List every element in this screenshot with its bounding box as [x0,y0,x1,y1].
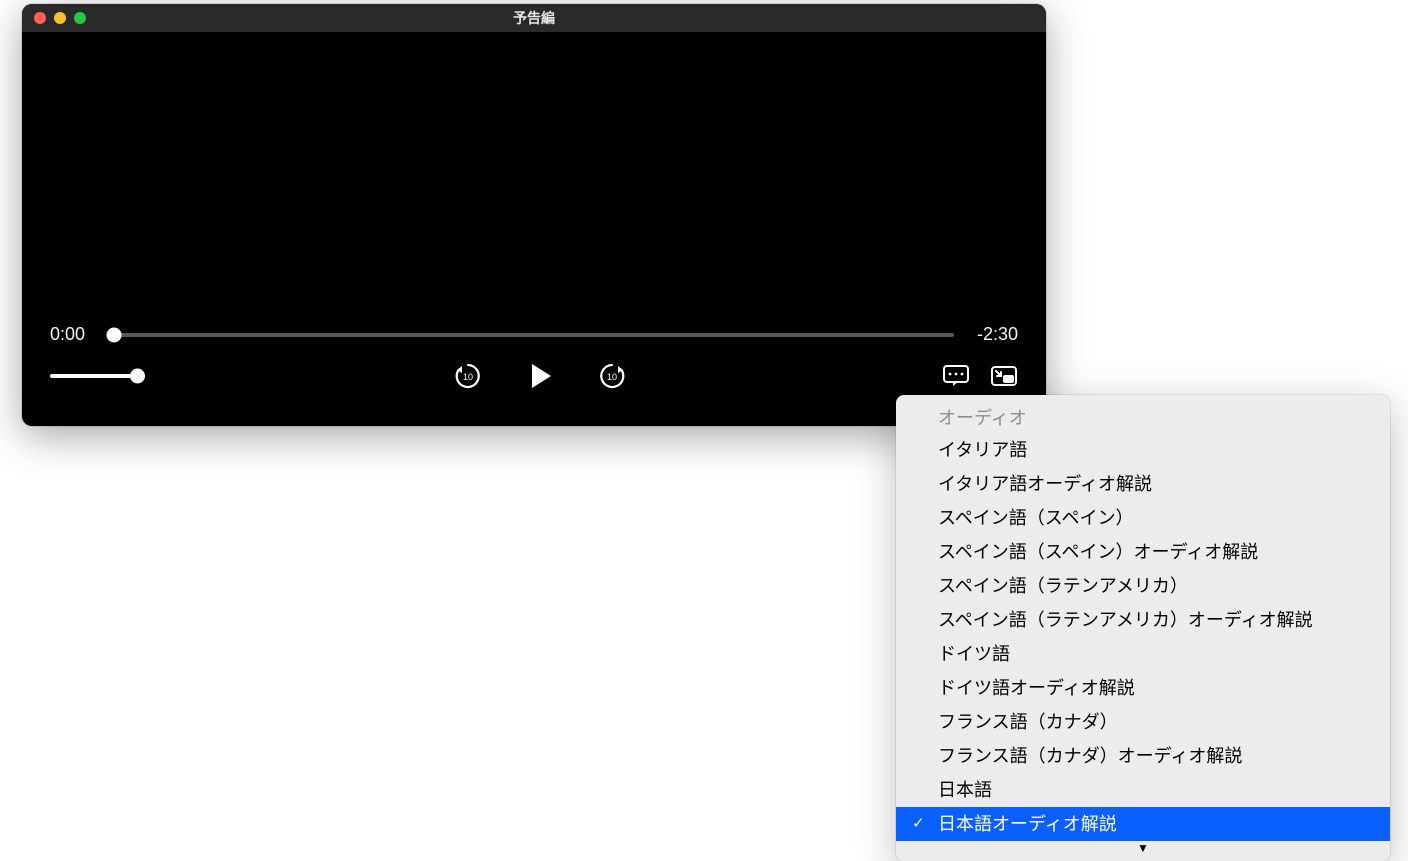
menu-item-audio-0[interactable]: イタリア語 [896,433,1390,467]
volume-slider[interactable] [50,374,138,378]
skip-forward-10-icon[interactable]: 10 [597,361,627,391]
menu-item-audio-3[interactable]: スペイン語（スペイン）オーディオ解説 [896,535,1390,569]
close-icon[interactable] [34,12,46,24]
menu-item-audio-2[interactable]: スペイン語（スペイン） [896,501,1390,535]
menu-item-label: イタリア語 [938,440,1027,460]
menu-item-audio-9[interactable]: フランス語（カナダ）オーディオ解説 [896,739,1390,773]
menu-item-audio-4[interactable]: スペイン語（ラテンアメリカ） [896,569,1390,603]
menu-item-audio-1[interactable]: イタリア語オーディオ解説 [896,467,1390,501]
check-icon: ✓ [912,813,925,836]
menu-item-audio-11[interactable]: ✓ 日本語オーディオ解説 [896,807,1390,841]
bottom-controls-row: 10 10 [50,359,1018,393]
menu-item-label: ドイツ語 [938,644,1010,664]
menu-item-audio-6[interactable]: ドイツ語 [896,637,1390,671]
video-player-window: 予告編 0:00 -2:30 10 [22,4,1046,426]
menu-header-audio: オーディオ [896,401,1390,433]
right-controls [942,364,1018,388]
progress-row: 0:00 -2:30 [50,324,1018,345]
menu-item-audio-5[interactable]: スペイン語（ラテンアメリカ）オーディオ解説 [896,603,1390,637]
title-bar: 予告編 [22,4,1046,32]
menu-item-label: フランス語（カナダ） [938,712,1118,732]
menu-item-label: 日本語オーディオ解説 [938,814,1117,834]
progress-slider[interactable] [114,333,954,337]
player-controls: 0:00 -2:30 10 [22,314,1046,411]
play-icon[interactable] [523,359,557,393]
svg-text:10: 10 [463,372,473,382]
menu-item-label: スペイン語（ラテンアメリカ） [938,576,1188,596]
menu-item-label: ドイツ語オーディオ解説 [938,678,1135,698]
menu-item-label: フランス語（カナダ）オーディオ解説 [938,746,1242,766]
elapsed-time: 0:00 [50,324,96,345]
menu-item-label: イタリア語オーディオ解説 [938,474,1152,494]
window-traffic-lights [34,12,86,24]
triangle-down-icon[interactable]: ▼ [896,841,1390,859]
menu-item-label: スペイン語（スペイン） [938,508,1133,528]
audio-track-menu: オーディオ イタリア語イタリア語オーディオ解説スペイン語（スペイン） スペイン語（… [896,395,1390,861]
menu-item-label: スペイン語（スペイン）オーディオ解説 [938,542,1258,562]
menu-item-audio-10[interactable]: 日本語 [896,773,1390,807]
remaining-time: -2:30 [972,324,1018,345]
svg-text:10: 10 [607,372,617,382]
menu-item-label: スペイン語（ラテンアメリカ）オーディオ解説 [938,610,1313,630]
menu-item-audio-7[interactable]: ドイツ語オーディオ解説 [896,671,1390,705]
menu-item-label: 日本語 [938,780,992,800]
maximize-icon[interactable] [74,12,86,24]
minimize-icon[interactable] [54,12,66,24]
subtitles-icon[interactable] [942,364,970,388]
window-title: 予告編 [22,4,1046,32]
transport-controls: 10 10 [453,359,627,393]
video-content-area[interactable] [22,32,1046,314]
skip-back-10-icon[interactable]: 10 [453,361,483,391]
picture-in-picture-icon[interactable] [990,365,1018,387]
menu-item-audio-8[interactable]: フランス語（カナダ） [896,705,1390,739]
progress-knob-icon[interactable] [107,327,122,342]
volume-knob-icon[interactable] [130,369,145,384]
